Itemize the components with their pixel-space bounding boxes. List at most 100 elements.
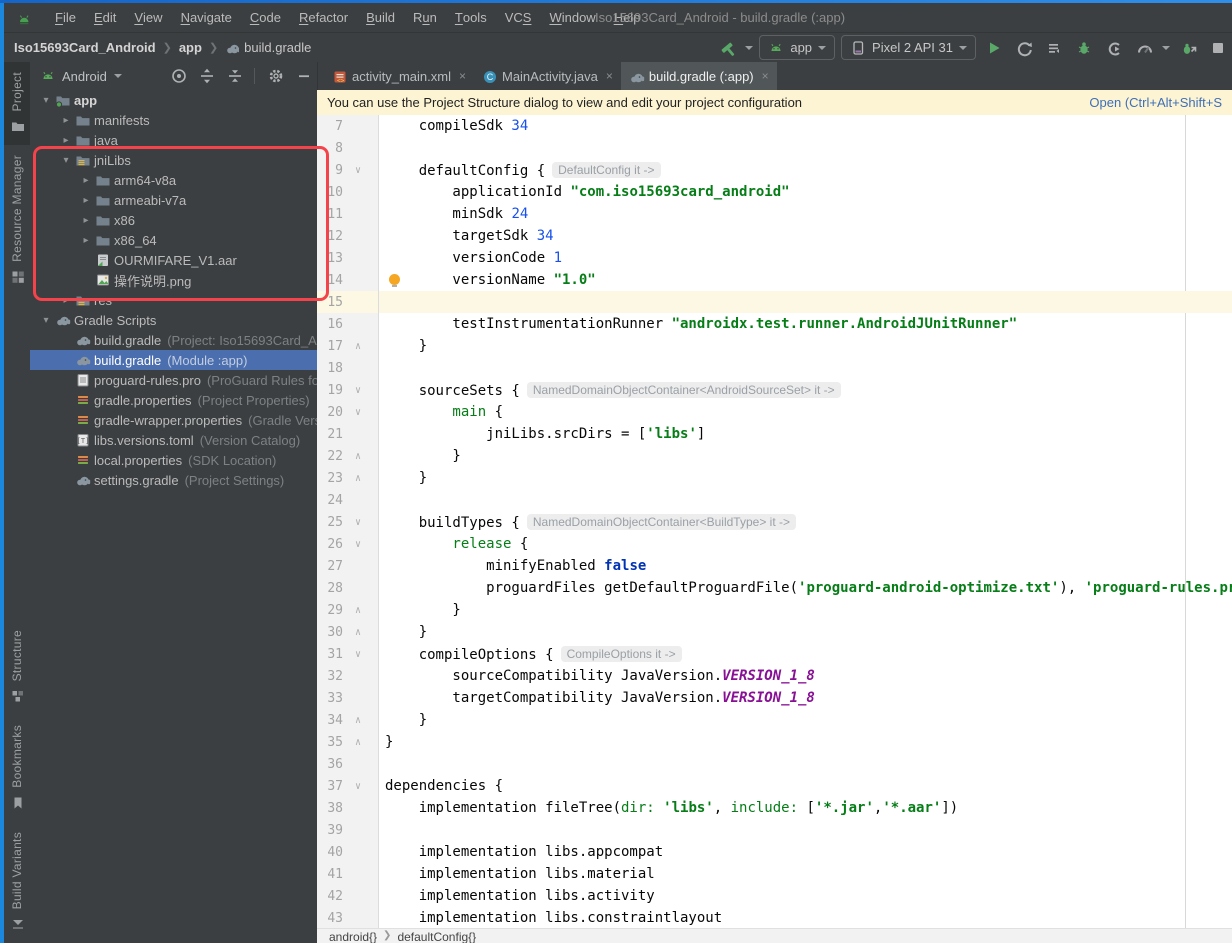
tree-item-x86[interactable]: ▸ x86 <box>30 210 317 230</box>
tool-window-tab-structure[interactable]: Structure <box>4 620 30 715</box>
menu-navigate[interactable]: Navigate <box>172 3 241 32</box>
apply-code-changes-button[interactable] <box>1042 37 1066 59</box>
tree-item-local-properties[interactable]: local.properties (SDK Location) <box>30 450 317 470</box>
tree-collapsed-arrow-icon[interactable]: ▸ <box>78 215 94 226</box>
fold-open-icon[interactable]: ∨ <box>343 781 373 792</box>
expand-all-button[interactable] <box>198 67 214 86</box>
tree-item-gradle-scripts[interactable]: ▾ Gradle Scripts <box>30 310 317 330</box>
code-editor[interactable]: 7 compileSdk 34 8 9 ∨ defaultConfig {DefaultC… <box>317 115 1232 928</box>
tree-item-arm64-v8a[interactable]: ▸ arm64-v8a <box>30 170 317 190</box>
fold-close-icon[interactable]: ∧ <box>343 473 373 484</box>
gauge-dropdown-icon[interactable] <box>1162 45 1170 50</box>
fold-close-icon[interactable]: ∧ <box>343 715 373 726</box>
code-line-25: 25 ∨ buildTypes {NamedDomainObjectContaine… <box>317 511 1232 533</box>
fold-open-icon[interactable]: ∨ <box>343 517 373 528</box>
menu-code[interactable]: Code <box>241 3 290 32</box>
tree-collapsed-arrow-icon[interactable]: ▸ <box>58 295 74 306</box>
tree-item--png[interactable]: 操作说明.png <box>30 270 317 290</box>
menu-refactor[interactable]: Refactor <box>290 3 357 32</box>
tree-collapsed-arrow-icon[interactable]: ▸ <box>58 135 74 146</box>
tree-item-app[interactable]: ▾ app <box>30 90 317 110</box>
fold-open-icon[interactable]: ∨ <box>343 649 373 660</box>
menu-vcs[interactable]: VC S <box>496 3 541 32</box>
tree-item-settings-gradle[interactable]: settings.gradle (Project Settings) <box>30 470 317 490</box>
code-text: implementation libs.activity <box>418 888 655 904</box>
tree-expanded-arrow-icon[interactable]: ▾ <box>58 155 74 166</box>
chevron-down-icon[interactable] <box>113 74 122 78</box>
menu-file[interactable]: File <box>46 3 85 32</box>
tree-item-manifests[interactable]: ▸ manifests <box>30 110 317 130</box>
debug-button[interactable] <box>1072 37 1096 59</box>
editor-breadcrumb-item[interactable]: defaultConfig{} <box>397 930 476 943</box>
tree-item-build-gradle[interactable]: build.gradle (Module :app) <box>30 350 317 370</box>
locate-button[interactable] <box>170 67 186 86</box>
close-icon[interactable]: × <box>459 69 466 83</box>
editor-tab-activity-main-xml[interactable]: <> activity_main.xml × <box>324 62 474 90</box>
menu-run[interactable]: Run <box>404 3 446 32</box>
fold-open-icon[interactable]: ∨ <box>343 407 373 418</box>
editor-tab-build-gradle-app-[interactable]: build.gradle (:app) × <box>620 62 777 90</box>
breadcrumb-item[interactable]: app <box>179 40 202 55</box>
tree-item-x86-64[interactable]: ▸ x86_64 <box>30 230 317 250</box>
tree-collapsed-arrow-icon[interactable]: ▸ <box>58 115 74 126</box>
build-hammer-button[interactable] <box>715 37 739 59</box>
tree-item-ourmifare-v1-aar[interactable]: OURMIFARE_V1.aar <box>30 250 317 270</box>
editor-breadcrumb-item[interactable]: android{} <box>329 930 377 943</box>
tree-item-gradle-wrapper-properties[interactable]: gradle-wrapper.properties (Gradle Vers <box>30 410 317 430</box>
fold-close-icon[interactable]: ∧ <box>343 627 373 638</box>
tree-item-armeabi-v7a[interactable]: ▸ armeabi-v7a <box>30 190 317 210</box>
menu-edit[interactable]: Edit <box>85 3 125 32</box>
breadcrumb-item[interactable]: build.gradle <box>225 40 311 55</box>
hammer-icon <box>719 40 735 56</box>
device-select[interactable]: Pixel 2 API 31 <box>841 35 976 60</box>
close-icon[interactable]: × <box>606 69 613 83</box>
editor-tab-mainactivity-java[interactable]: C MainActivity.java × <box>474 62 621 90</box>
tree-item-res[interactable]: ▸ res <box>30 290 317 310</box>
tree-collapsed-arrow-icon[interactable]: ▸ <box>78 235 94 246</box>
gauge-button[interactable] <box>1132 37 1156 59</box>
fold-close-icon[interactable]: ∧ <box>343 605 373 616</box>
fold-close-icon[interactable]: ∧ <box>343 737 373 748</box>
tree-item-build-gradle[interactable]: build.gradle (Project: Iso15693Card_Anc <box>30 330 317 350</box>
tree-item-description: (Project Settings) <box>184 472 285 488</box>
menu-view[interactable]: View <box>125 3 171 32</box>
stop-button[interactable] <box>1206 37 1230 59</box>
run-button[interactable] <box>982 37 1006 59</box>
profiler-button[interactable] <box>1102 37 1126 59</box>
hide-button[interactable] <box>295 67 311 86</box>
intention-bulb-icon[interactable] <box>389 274 400 287</box>
fold-open-icon[interactable]: ∨ <box>343 385 373 396</box>
breadcrumb-item[interactable]: Iso15693Card_Android <box>14 40 156 55</box>
editor-gutter: 40 <box>317 841 379 863</box>
gear-button[interactable] <box>267 67 283 86</box>
tool-window-tab-build-variants[interactable]: Build Variants <box>4 822 30 943</box>
tool-window-tab-resource-manager[interactable]: Resource Manager <box>4 145 30 296</box>
tool-window-tab-bookmarks[interactable]: Bookmarks <box>4 715 30 822</box>
hammer-dropdown-icon[interactable] <box>745 45 754 50</box>
menu-tools[interactable]: Tools <box>446 3 496 32</box>
fold-close-icon[interactable]: ∧ <box>343 451 373 462</box>
collapse-all-button[interactable] <box>226 67 242 86</box>
attach-debugger-button[interactable] <box>1176 37 1200 59</box>
tree-item-libs-versions-toml[interactable]: [T] libs.versions.toml (Version Catalog) <box>30 430 317 450</box>
tree-item-gradle-properties[interactable]: gradle.properties (Project Properties) <box>30 390 317 410</box>
tree-item-proguard-rules-pro[interactable]: proguard-rules.pro (ProGuard Rules for <box>30 370 317 390</box>
tree-expanded-arrow-icon[interactable]: ▾ <box>38 95 54 106</box>
folder-icon <box>75 132 91 148</box>
tree-collapsed-arrow-icon[interactable]: ▸ <box>78 175 94 186</box>
fold-open-icon[interactable]: ∨ <box>343 165 373 176</box>
menu-build[interactable]: Build <box>357 3 404 32</box>
close-icon[interactable]: × <box>762 69 769 83</box>
fold-open-icon[interactable]: ∨ <box>343 539 373 550</box>
apply-changes-restart-button[interactable] <box>1012 37 1036 59</box>
tree-collapsed-arrow-icon[interactable]: ▸ <box>78 195 94 206</box>
fold-close-icon[interactable]: ∧ <box>343 341 373 352</box>
project-view-selector[interactable]: Android <box>62 69 107 84</box>
banner-open-link[interactable]: Open (Ctrl+Alt+Shift+S <box>1089 95 1222 110</box>
code-text: implementation libs.material <box>418 866 655 882</box>
tree-item-jnilibs[interactable]: ▾ jniLibs <box>30 150 317 170</box>
tree-item-java[interactable]: ▸ java <box>30 130 317 150</box>
tree-expanded-arrow-icon[interactable]: ▾ <box>38 315 54 326</box>
tool-window-tab-project[interactable]: Project <box>4 62 30 146</box>
run-configuration-select[interactable]: app <box>759 35 836 60</box>
